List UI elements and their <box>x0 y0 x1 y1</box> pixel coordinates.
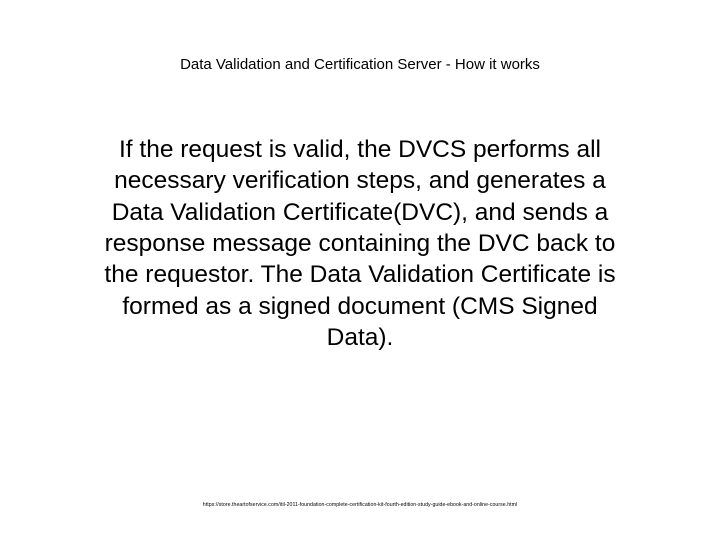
slide: Data Validation and Certification Server… <box>0 0 720 540</box>
slide-title: Data Validation and Certification Server… <box>0 56 720 73</box>
slide-body: If the request is valid, the DVCS perfor… <box>86 134 634 354</box>
footer-url: https://store.theartofservice.com/itil-2… <box>0 502 720 508</box>
